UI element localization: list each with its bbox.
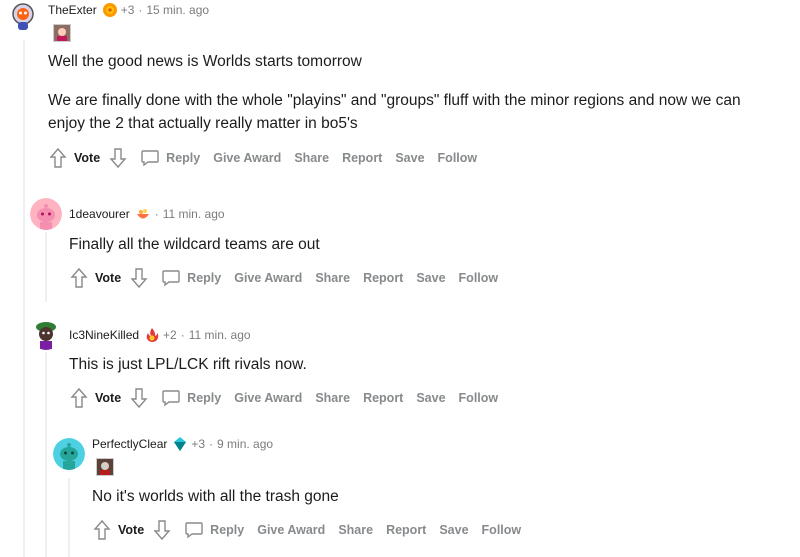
orange-swirl-flair-icon: [102, 2, 118, 18]
thread-line[interactable]: [68, 478, 70, 557]
save-button[interactable]: Save: [395, 151, 424, 165]
reply-label: Reply: [187, 271, 222, 285]
comment-paragraph: Finally all the wildcard teams are out: [69, 236, 320, 253]
report-button[interactable]: Report: [342, 151, 382, 165]
avatar[interactable]: [30, 198, 62, 230]
save-button[interactable]: Save: [416, 391, 445, 405]
separator: ·: [154, 207, 159, 221]
comment-body: Well the good news is Worlds starts tomo…: [48, 50, 748, 135]
upvote-arrow-icon[interactable]: [92, 519, 112, 541]
reply-button[interactable]: Reply: [161, 389, 221, 407]
thread-line[interactable]: [45, 352, 47, 557]
teal-snoo-icon: [53, 438, 85, 470]
user-flair-image: [53, 24, 71, 42]
upvote-arrow-icon[interactable]: [69, 267, 89, 289]
username[interactable]: Ic3NineKilled: [69, 328, 139, 342]
comment-paragraph: No it's worlds with all the trash gone: [92, 488, 339, 505]
avatar[interactable]: [30, 318, 62, 350]
share-button[interactable]: Share: [315, 271, 350, 285]
reply-label: Reply: [166, 151, 201, 165]
follow-button[interactable]: Follow: [459, 271, 499, 285]
reply-label: Reply: [210, 523, 245, 537]
comment-body: No it's worlds with all the trash gone: [92, 485, 752, 508]
comment-meta: PerfectlyClear +3 · 9 min. ago: [92, 436, 273, 452]
upvote-arrow-icon[interactable]: [69, 387, 89, 409]
award-count[interactable]: +3: [121, 3, 135, 17]
follow-button[interactable]: Follow: [459, 391, 499, 405]
follow-button[interactable]: Follow: [482, 523, 522, 537]
separator: ·: [180, 328, 185, 342]
comment-actions: Vote Reply Give Award Share Report Save …: [48, 147, 490, 169]
reply-button[interactable]: Reply: [140, 149, 200, 167]
vote-count: Vote: [95, 391, 122, 405]
comment-actions: Vote Reply Give Award Share Report Save …: [69, 267, 511, 289]
comment-paragraph: We are finally done with the whole "play…: [48, 92, 741, 132]
give-award-button[interactable]: Give Award: [234, 271, 302, 285]
username[interactable]: PerfectlyClear: [92, 437, 167, 451]
speech-bubble-icon: [161, 269, 181, 287]
comment-meta: Ic3NineKilled +2 · 11 min. ago: [69, 327, 251, 343]
speech-bubble-icon: [140, 149, 160, 167]
report-button[interactable]: Report: [363, 391, 403, 405]
comment-actions: Vote Reply Give Award Share Report Save …: [92, 519, 534, 541]
upvote-arrow-icon[interactable]: [48, 147, 68, 169]
vote-count: Vote: [118, 523, 145, 537]
comment-meta: TheExter +3 · 15 min. ago: [48, 2, 209, 18]
timestamp[interactable]: 11 min. ago: [189, 328, 251, 342]
timestamp[interactable]: 15 min. ago: [146, 3, 209, 17]
snoo-avatar-icon: [7, 0, 39, 32]
downvote-arrow-icon[interactable]: [129, 267, 149, 289]
username[interactable]: 1deavourer: [69, 207, 130, 221]
reply-button[interactable]: Reply: [184, 521, 244, 539]
vote-count: Vote: [95, 271, 122, 285]
timestamp[interactable]: 11 min. ago: [163, 207, 225, 221]
comment-paragraph: Well the good news is Worlds starts tomo…: [48, 53, 362, 70]
comment-body: Finally all the wildcard teams are out: [69, 233, 749, 256]
avatar[interactable]: [53, 438, 85, 470]
downvote-arrow-icon[interactable]: [129, 387, 149, 409]
bowl-flair-icon: [135, 206, 151, 222]
crystal-flair-icon: [172, 436, 188, 452]
fire-flair-icon: [144, 327, 160, 343]
username[interactable]: TheExter: [48, 3, 97, 17]
pink-snoo-icon: [30, 198, 62, 230]
reply-button[interactable]: Reply: [161, 269, 221, 287]
downvote-arrow-icon[interactable]: [152, 519, 172, 541]
separator: ·: [138, 3, 143, 17]
share-button[interactable]: Share: [315, 391, 350, 405]
timestamp[interactable]: 9 min. ago: [217, 437, 273, 451]
downvote-arrow-icon[interactable]: [108, 147, 128, 169]
report-button[interactable]: Report: [386, 523, 426, 537]
comment-actions: Vote Reply Give Award Share Report Save …: [69, 387, 511, 409]
report-button[interactable]: Report: [363, 271, 403, 285]
reply-label: Reply: [187, 391, 222, 405]
avatar[interactable]: [7, 0, 39, 32]
give-award-button[interactable]: Give Award: [213, 151, 281, 165]
separator: ·: [209, 437, 214, 451]
thread-line[interactable]: [23, 40, 25, 557]
user-flair-image: [96, 458, 114, 476]
thread-line[interactable]: [45, 232, 47, 302]
share-button[interactable]: Share: [294, 151, 329, 165]
save-button[interactable]: Save: [416, 271, 445, 285]
speech-bubble-icon: [161, 389, 181, 407]
award-count[interactable]: +3: [191, 437, 205, 451]
give-award-button[interactable]: Give Award: [234, 391, 302, 405]
save-button[interactable]: Save: [439, 523, 468, 537]
snoo-green-hat-icon: [30, 318, 62, 350]
comment-paragraph: This is just LPL/LCK rift rivals now.: [69, 356, 307, 373]
comment-meta: 1deavourer · 11 min. ago: [69, 206, 225, 222]
vote-count: Vote: [74, 151, 101, 165]
award-count[interactable]: +2: [163, 328, 177, 342]
speech-bubble-icon: [184, 521, 204, 539]
give-award-button[interactable]: Give Award: [257, 523, 325, 537]
follow-button[interactable]: Follow: [438, 151, 478, 165]
share-button[interactable]: Share: [338, 523, 373, 537]
comment-body: This is just LPL/LCK rift rivals now.: [69, 353, 749, 376]
